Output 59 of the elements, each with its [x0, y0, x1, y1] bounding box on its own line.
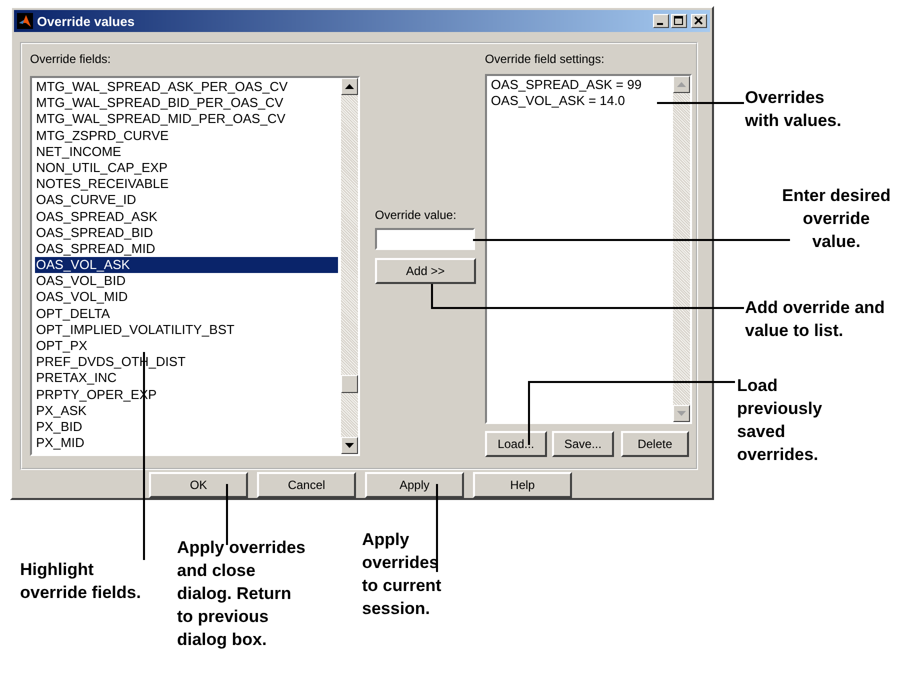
list-item[interactable]: OPT_PX — [35, 338, 338, 354]
list-item[interactable]: PX_ASK — [35, 402, 338, 419]
list-item[interactable]: MTG_WAL_SPREAD_MID_PER_OAS_CV — [35, 111, 338, 128]
settings-label: Override field settings: — [484, 52, 606, 66]
callout-text: Enter desired override value. — [782, 185, 891, 253]
list-item[interactable]: OAS_VOL_ASK = 14.0 — [490, 93, 670, 110]
callout-text: Add override and value to list. — [745, 297, 885, 342]
list-item[interactable]: OAS_SPREAD_MID — [35, 240, 338, 258]
list-item[interactable]: NOTES_RECEIVABLE — [35, 176, 338, 192]
list-item[interactable]: OAS_SPREAD_ASK — [35, 208, 338, 225]
minimize-button[interactable] — [653, 14, 669, 28]
callout-text: Apply overrides and close dialog. Return to previous dialog box. — [177, 537, 306, 651]
app-icon — [17, 13, 33, 29]
dialog-button[interactable]: Help — [473, 472, 572, 498]
list-item[interactable]: MTG_ZSPRD_CURVE — [35, 128, 338, 144]
dialog-button[interactable]: OK — [149, 472, 248, 498]
list-item[interactable]: OAS_VOL_MID — [35, 289, 338, 306]
close-icon — [694, 16, 704, 26]
list-item[interactable]: PRETAX_INC — [35, 370, 338, 387]
value-input-field[interactable] — [374, 228, 475, 250]
dialog-button[interactable]: Apply — [365, 472, 464, 498]
list-item[interactable]: OAS_VOL_ASK — [35, 257, 338, 274]
list-item[interactable]: OAS_VOL_BID — [35, 273, 338, 290]
callout-text: Load previously saved overrides. — [737, 375, 822, 466]
close-button[interactable] — [691, 14, 707, 28]
scrollbar[interactable] — [341, 78, 358, 454]
down-arrow-icon — [345, 443, 354, 448]
scroll-thumb[interactable] — [341, 375, 358, 393]
list-item[interactable]: MTG_WAL_SPREAD_BID_PER_OAS_CV — [35, 95, 338, 112]
list-item[interactable]: PX_BID — [35, 418, 338, 436]
list-item[interactable]: OAS_CURVE_ID — [35, 192, 338, 208]
callout-text: Apply overrides to current session. — [362, 529, 442, 620]
value-label: Override value: — [374, 208, 458, 222]
list-item[interactable]: OAS_SPREAD_ASK = 99 — [490, 77, 670, 94]
up-arrow-icon — [345, 84, 354, 89]
add-button[interactable]: Add >> — [374, 258, 476, 284]
list-item[interactable]: NON_UTIL_CAP_EXP — [35, 160, 338, 176]
fields-label: Override fields: — [30, 52, 112, 66]
dialog-button[interactable]: Cancel — [257, 472, 356, 498]
list-item[interactable]: OAS_SPREAD_BID — [35, 224, 338, 241]
list-item[interactable]: PX_MID — [35, 435, 338, 452]
maximize-icon — [674, 16, 684, 26]
leader-line — [226, 484, 228, 545]
down-arrow-icon — [676, 411, 686, 416]
callout-text: Highlight override fields. — [20, 559, 141, 604]
list-item[interactable]: NET_INCOME — [35, 144, 338, 160]
up-arrow-icon — [676, 82, 686, 87]
maximize-button[interactable] — [671, 14, 687, 28]
minimize-icon — [656, 23, 662, 25]
list-action-button[interactable]: Delete — [620, 431, 689, 457]
list-item[interactable]: OPT_IMPLIED_VOLATILITY_BST — [35, 322, 338, 338]
list-item[interactable]: OPT_DELTA — [35, 306, 338, 322]
callout-text: Overrides with values. — [745, 87, 842, 132]
fields-list[interactable] — [30, 76, 360, 456]
settings-list[interactable]: OAS_SPREAD_ASK = 99 OAS_VOL_ASK = 14.0 — [484, 74, 692, 424]
list-action-button[interactable]: Load... — [484, 431, 547, 457]
window-title: Override values — [37, 14, 136, 28]
list-item[interactable]: MTG_WAL_SPREAD_ASK_PER_OAS_CV — [35, 79, 338, 96]
list-action-button[interactable]: Save... — [552, 431, 614, 457]
